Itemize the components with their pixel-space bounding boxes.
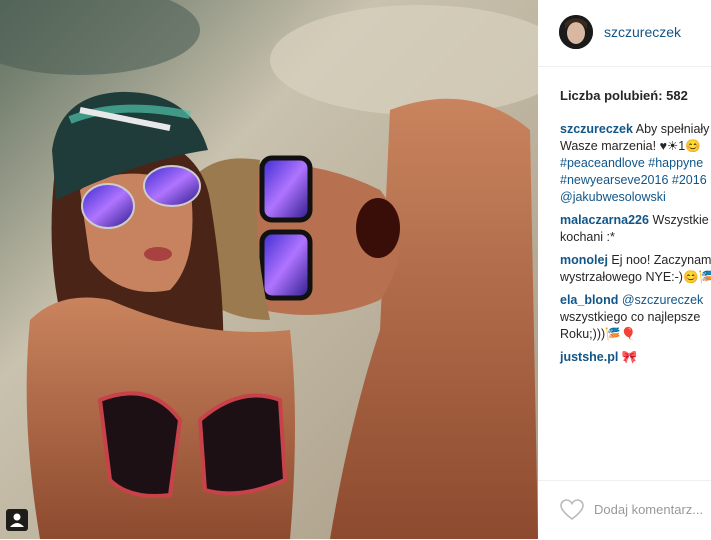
caption-text-line: Aby spełniały [635,122,710,136]
comment-text-line: Wszystkie [652,213,709,227]
post-photo[interactable] [0,0,538,539]
caption: szczureczek Aby spełniały Wasze marzenia… [560,121,711,206]
comment-username[interactable]: ela_blond [560,293,618,307]
comment-username[interactable]: malaczarna226 [560,213,649,227]
photo-image [0,0,538,539]
list-item: justshe.pl 🎀 [560,349,711,366]
comment-text-line: Ej noo! Zaczynam [611,253,711,267]
post-footer: Dodaj komentarz... [538,480,711,540]
likes-count[interactable]: Liczba polubień: 582 [560,88,688,103]
avatar[interactable] [559,15,593,49]
caption-username[interactable]: szczureczek [560,122,633,136]
comment-text-line: Roku;)))🎏🎈 [560,327,637,341]
post-sidebar: szczureczek Liczba polubień: 582 szczure… [538,0,711,539]
comment-text-line: 🎀 [621,350,638,364]
comment-text-line: wszystkiego co najlepsze [560,310,701,324]
list-item: malaczarna226 Wszystkie kochani :* [560,212,711,246]
comment-text-line: kochani :* [560,230,615,244]
list-item: monolej Ej noo! Zaczynam wystrzałowego N… [560,252,711,286]
hashtag-link[interactable]: #newyearseve2016 #2016 [560,173,707,187]
hashtag-link[interactable]: #peaceandlove #happyne [560,156,703,170]
user-tag-button[interactable] [6,509,28,531]
caption-text-line: Wasze marzenia! ♥☀1😊 [560,139,701,153]
heart-icon[interactable] [560,499,584,521]
comment-username[interactable]: justshe.pl [560,350,618,364]
add-comment-input[interactable]: Dodaj komentarz... [594,502,703,517]
user-tag-icon [10,513,24,527]
comment-list: szczureczek Aby spełniały Wasze marzenia… [560,121,711,372]
post-header: szczureczek [538,0,711,67]
header-username[interactable]: szczureczek [604,24,681,40]
list-item: ela_blond @szczureczek wszystkiego co na… [560,292,711,343]
comment-username[interactable]: monolej [560,253,608,267]
avatar-image [559,15,593,49]
mention-link[interactable]: @jakubwesolowski [560,190,666,204]
comment-text-line: wystrzałowego NYE:-)😊🎏 [560,270,711,284]
mention-link[interactable]: @szczureczek [622,293,703,307]
